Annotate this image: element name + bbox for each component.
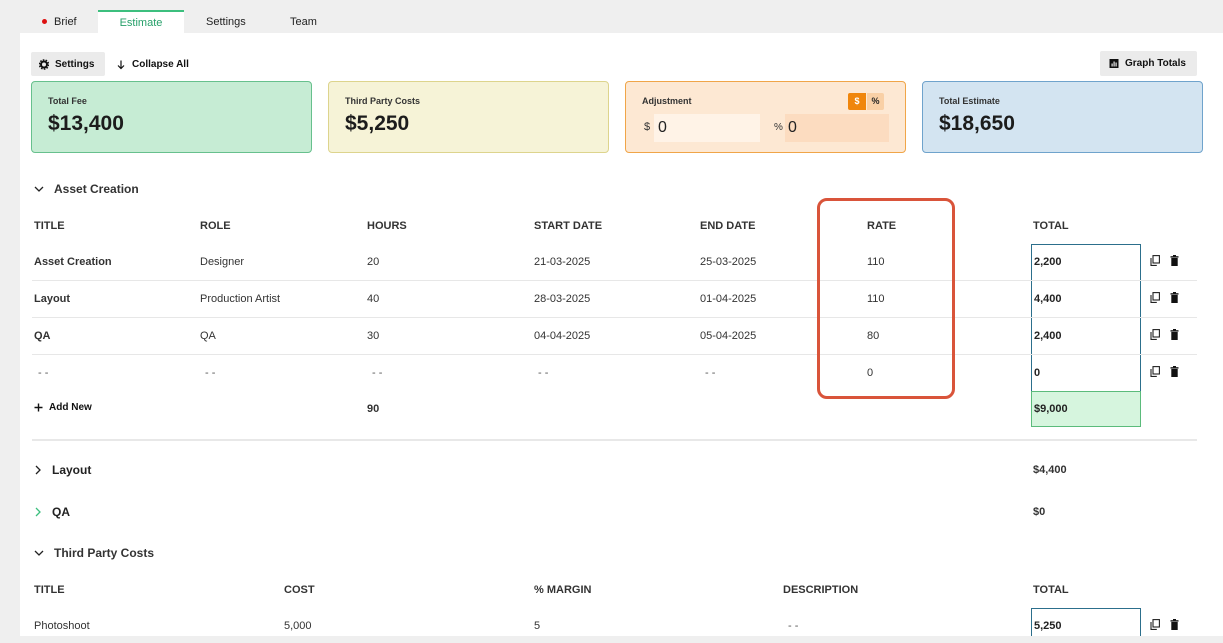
adjustment-percent-toggle[interactable]: % [867,93,884,110]
copy-icon[interactable] [1150,292,1160,303]
layout-section-total: $4,400 [1033,464,1067,476]
tab-brief[interactable]: Brief [42,11,77,33]
tab-bar: Brief Estimate Settings Team [0,0,1223,34]
row-title[interactable]: Photoshoot [34,620,90,632]
trash-icon[interactable] [1170,255,1179,266]
row-end-date[interactable]: 25-03-2025 [700,256,756,268]
adjustment-percent-input[interactable]: 0 [785,114,889,142]
column-header-role: ROLE [200,220,231,232]
plus-icon [34,403,43,412]
section-divider [32,439,1197,441]
trash-icon[interactable] [1170,329,1179,340]
tab-estimate[interactable]: Estimate [98,10,184,34]
row-divider [32,317,1197,318]
row-hours[interactable]: 20 [367,256,379,268]
row-total[interactable]: 4,400 [1031,281,1141,317]
third-party-costs-card: Third Party Costs $5,250 [328,81,609,153]
row-actions [1150,255,1190,269]
graph-totals-button[interactable]: Graph Totals [1100,51,1197,76]
column-header-title: TITLE [34,220,65,232]
qa-section-total: $0 [1033,506,1046,518]
column-header-end-date: END DATE [700,220,756,232]
trash-icon[interactable] [1170,619,1179,630]
row-actions [1150,366,1190,380]
gear-icon [39,58,49,70]
third-party-section-header[interactable]: Third Party Costs [34,546,154,560]
row-description[interactable]: - - [788,620,798,632]
row-start-date[interactable]: 04-04-2025 [534,330,590,342]
row-total[interactable]: 5,250 [1031,608,1141,636]
chart-icon [1109,59,1119,68]
row-start-date[interactable]: - - [538,367,548,379]
trash-icon[interactable] [1170,292,1179,303]
add-new-button[interactable]: Add New [34,402,92,413]
status-dot-icon [42,19,47,24]
column-header-cost: COST [284,584,315,596]
tab-team[interactable]: Team [290,11,317,33]
percent-prefix: % [774,122,783,133]
qa-section-header[interactable]: QA [34,505,70,519]
chevron-right-icon [35,465,41,475]
row-start-date[interactable]: 28-03-2025 [534,293,590,305]
copy-icon[interactable] [1150,619,1160,630]
tab-settings[interactable]: Settings [206,11,246,33]
asset-creation-section-header[interactable]: Asset Creation [34,182,139,196]
row-title[interactable]: Layout [34,293,70,305]
layout-section-header[interactable]: Layout [34,463,91,477]
section-grand-total: $9,000 [1031,391,1141,427]
column-header-margin: % MARGIN [534,584,592,596]
row-start-date[interactable]: 21-03-2025 [534,256,590,268]
column-header-total: TOTAL [1033,220,1069,232]
column-header-hours: HOURS [367,220,407,232]
row-end-date[interactable]: - - [705,367,715,379]
dollar-prefix: $ [644,121,651,133]
rate-column-highlight [817,198,955,399]
row-divider [32,280,1197,281]
column-header-total: TOTAL [1033,584,1069,596]
adjustment-card: Adjustment $ % $ 0 % 0 [625,81,906,153]
row-title[interactable]: - - [38,367,48,379]
row-actions [1150,329,1190,343]
column-header-start-date: START DATE [534,220,603,232]
trash-icon[interactable] [1170,366,1179,377]
row-cost[interactable]: 5,000 [284,620,312,632]
chevron-down-icon [34,186,44,192]
arrow-down-icon [117,60,125,69]
row-divider [32,354,1197,355]
column-header-title: TITLE [34,584,65,596]
row-end-date[interactable]: 01-04-2025 [700,293,756,305]
column-header-description: DESCRIPTION [783,584,859,596]
row-title[interactable]: Asset Creation [34,256,112,268]
row-actions [1150,292,1190,306]
row-hours[interactable]: 30 [367,330,379,342]
row-role[interactable]: Designer [200,256,244,268]
row-actions [1150,619,1190,633]
row-role[interactable]: QA [200,330,216,342]
row-total[interactable]: 0 [1031,355,1141,391]
row-total[interactable]: 2,200 [1031,244,1141,280]
row-role[interactable]: Production Artist [200,293,280,305]
row-title[interactable]: QA [34,330,51,342]
row-total[interactable]: 2,400 [1031,318,1141,354]
total-fee-card: Total Fee $13,400 [31,81,312,153]
settings-button[interactable]: Settings [31,52,105,76]
copy-icon[interactable] [1150,255,1160,266]
row-role[interactable]: - - [205,367,215,379]
hours-total: 90 [367,403,380,415]
row-end-date[interactable]: 05-04-2025 [700,330,756,342]
row-margin[interactable]: 5 [534,620,540,632]
estimate-panel: Settings Collapse All Graph Totals Total… [20,33,1223,636]
chevron-right-icon [35,507,41,517]
chevron-down-icon [34,550,44,556]
row-hours[interactable]: - - [372,367,382,379]
adjustment-dollar-input[interactable]: 0 [654,114,760,142]
adjustment-dollar-toggle[interactable]: $ [848,93,866,110]
copy-icon[interactable] [1150,329,1160,340]
row-hours[interactable]: 40 [367,293,379,305]
collapse-all-button[interactable]: Collapse All [116,52,189,76]
copy-icon[interactable] [1150,366,1160,377]
total-estimate-card: Total Estimate $18,650 [922,81,1203,153]
